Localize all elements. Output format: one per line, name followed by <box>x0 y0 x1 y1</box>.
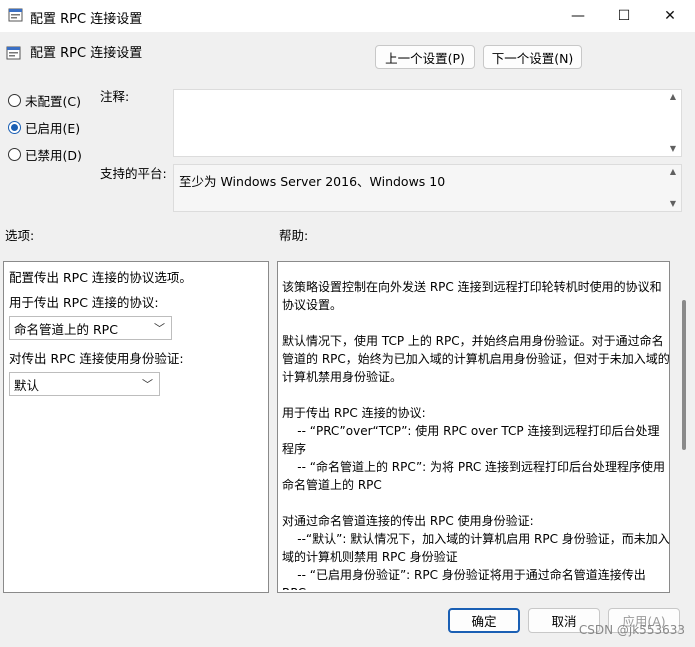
radio-circle[interactable] <box>8 148 21 161</box>
chevron-down-icon: ﹀ <box>154 322 165 335</box>
platform-scrollbar[interactable]: ▲ ▼ <box>665 165 681 211</box>
outer-scrollbar-thumb[interactable] <box>682 300 686 450</box>
maximize-icon: ☐ <box>617 8 631 24</box>
help-pane: 该策略设置控制在向外发送 RPC 连接到远程打印轮转机时使用的协议和协议设置。 … <box>277 261 670 593</box>
maximize-button[interactable]: ☐ <box>601 0 647 32</box>
scroll-down-icon[interactable]: ▼ <box>670 142 676 156</box>
radio-label: 未配置(C) <box>25 94 81 109</box>
window-title: 配置 RPC 连接设置 <box>30 12 143 27</box>
setting-title: 配置 RPC 连接设置 <box>30 46 143 61</box>
watermark: CSDN @jk553633 <box>578 623 685 637</box>
close-icon: ✕ <box>664 8 676 24</box>
platform-label: 支持的平台: <box>100 166 167 181</box>
options-pane: 配置传出 RPC 连接的协议选项。 用于传出 RPC 连接的协议: 命名管道上的… <box>3 261 269 593</box>
protocol-dropdown[interactable]: 命名管道上的 RPC ﹀ <box>9 316 172 340</box>
chevron-down-icon: ﹀ <box>142 378 153 391</box>
auth-label: 对传出 RPC 连接使用身份验证: <box>9 351 184 366</box>
scroll-up-icon[interactable]: ▲ <box>670 90 676 104</box>
comment-textarea[interactable]: ▲ ▼ <box>173 89 682 157</box>
radio-circle-selected[interactable] <box>8 121 21 134</box>
radio-disabled[interactable]: 已禁用(D) <box>8 145 82 164</box>
scroll-up-icon[interactable]: ▲ <box>670 165 676 179</box>
platform-field: 至少为 Windows Server 2016、Windows 10 ▲ ▼ <box>173 164 682 212</box>
minimize-button[interactable]: — <box>555 0 601 32</box>
next-setting-button[interactable]: 下一个设置(N) <box>483 45 582 69</box>
radio-not-configured[interactable]: 未配置(C) <box>8 91 81 110</box>
auth-dropdown[interactable]: 默认 ﹀ <box>9 372 160 396</box>
title-bar: 配置 RPC 连接设置 — ☐ ✕ <box>0 0 695 32</box>
platform-value: 至少为 Windows Server 2016、Windows 10 <box>179 174 446 189</box>
ok-button[interactable]: 确定 <box>448 608 520 633</box>
close-button[interactable]: ✕ <box>647 0 693 32</box>
protocol-value: 命名管道上的 RPC <box>14 321 118 337</box>
radio-label: 已禁用(D) <box>25 148 82 163</box>
comment-label: 注释: <box>100 89 130 104</box>
options-heading: 配置传出 RPC 连接的协议选项。 <box>9 270 192 285</box>
scroll-down-icon[interactable]: ▼ <box>670 197 676 211</box>
policy-icon <box>8 8 23 22</box>
radio-circle[interactable] <box>8 94 21 107</box>
radio-label: 已启用(E) <box>25 121 81 136</box>
previous-setting-button[interactable]: 上一个设置(P) <box>375 45 475 69</box>
help-label: 帮助: <box>279 228 309 243</box>
minimize-icon: — <box>571 8 585 24</box>
protocol-label: 用于传出 RPC 连接的协议: <box>9 295 159 310</box>
comment-scrollbar[interactable]: ▲ ▼ <box>665 90 681 156</box>
radio-enabled[interactable]: 已启用(E) <box>8 118 80 137</box>
options-label: 选项: <box>5 228 35 243</box>
help-text: 该策略设置控制在向外发送 RPC 连接到远程打印轮转机时使用的协议和协议设置。 … <box>282 280 670 590</box>
auth-value: 默认 <box>14 377 40 393</box>
setting-icon <box>6 46 21 60</box>
